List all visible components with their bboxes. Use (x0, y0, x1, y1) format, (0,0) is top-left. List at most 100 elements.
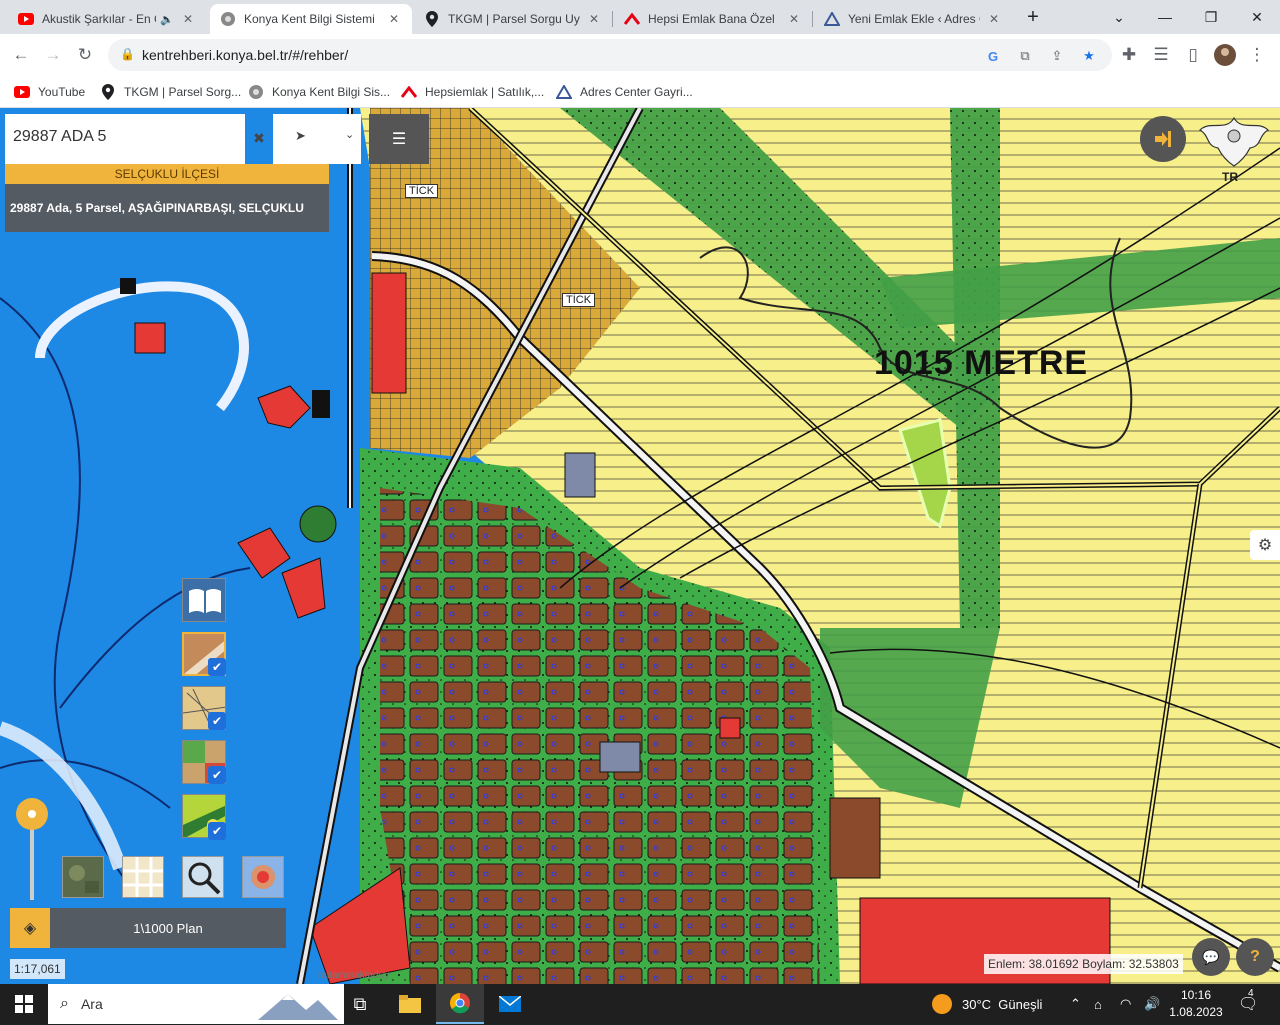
bookmark-youtube[interactable]: YouTube (14, 82, 85, 102)
mail-icon[interactable] (486, 984, 534, 1024)
bookmark-adres[interactable]: Adres Center Gayri... (556, 82, 693, 102)
layers-icon[interactable]: ◈ (10, 908, 50, 948)
menu-list-icon[interactable]: ☰ (369, 114, 429, 164)
clear-search-icon[interactable]: ✖ (249, 128, 269, 148)
tab-title: TKGM | Parsel Sorgu Uygu (448, 12, 580, 26)
checkbox-checked-icon[interactable]: ✔ (208, 822, 226, 840)
browser-toolbar: ← → ↻ 🔒 kentrehberi.konya.bel.tr/#/rehbe… (0, 34, 1280, 76)
new-tab-button[interactable]: + (1010, 0, 1056, 34)
bookmark-tkgm[interactable]: TKGM | Parsel Sorg... (100, 82, 241, 102)
chrome-icon[interactable] (436, 984, 484, 1024)
hepsiemlak-icon (624, 11, 640, 27)
mountain-illustration (258, 990, 338, 1025)
basemap-search[interactable] (182, 856, 224, 898)
wifi-icon[interactable]: ◠ (1120, 984, 1131, 1024)
notifications-icon[interactable]: 🗨 4 (1238, 984, 1258, 1024)
search-panel: ✖ ➤ ⌄ ☰ (5, 114, 429, 164)
restore-icon[interactable]: ❐ (1188, 0, 1234, 34)
close-tab-icon[interactable]: ✕ (386, 12, 402, 26)
close-tab-icon[interactable]: ✕ (786, 12, 802, 26)
bookmark-label: Konya Kent Bilgi Sis... (272, 85, 391, 99)
parcel-result-item[interactable]: 29887 Ada, 5 Parsel, AŞAĞIPINARBAŞI, SEL… (5, 184, 329, 232)
checkbox-checked-icon[interactable]: ✔ (208, 658, 226, 676)
system-clock[interactable]: 10:16 1.08.2023 (1168, 987, 1224, 1021)
notification-count: 4 (1248, 988, 1254, 999)
address-bar[interactable]: 🔒 kentrehberi.konya.bel.tr/#/rehber/ G ⧉… (108, 39, 1112, 71)
map-pin-icon (100, 84, 116, 100)
zoning-plan-map[interactable] (0, 108, 1280, 984)
zone-label: TİCK (562, 293, 596, 307)
volume-icon[interactable]: 🔊 (1144, 984, 1160, 1024)
weather-widget[interactable]: 30°C Güneşli (932, 984, 1042, 1024)
adres-icon (824, 11, 840, 27)
basemap-heatmap[interactable] (242, 856, 284, 898)
checkbox-checked-icon[interactable]: ✔ (208, 766, 226, 784)
url-text[interactable]: kentrehberi.konya.bel.tr/#/rehber/ (142, 47, 348, 63)
close-tab-icon[interactable]: ✕ (180, 12, 196, 26)
bookmarks-bar: YouTube TKGM | Parsel Sorg... Konya Kent… (0, 76, 1280, 108)
tab-title: Yeni Emlak Ekle ‹ Adres Ce (848, 12, 980, 26)
bookmark-hepsiemlak[interactable]: Hepsiemlak | Satılık,... (401, 82, 544, 102)
layer-info-book[interactable] (182, 578, 226, 622)
back-icon[interactable]: ← (8, 42, 34, 68)
login-button[interactable] (1140, 116, 1186, 162)
map-viewport[interactable]: ✖ ➤ ⌄ ☰ SELÇUKLU İLÇESİ 29887 Ada, 5 Par… (0, 108, 1280, 984)
district-header[interactable]: SELÇUKLU İLÇESİ (5, 164, 329, 184)
windows-start-icon[interactable] (0, 984, 48, 1024)
basemap-satellite[interactable] (62, 856, 104, 898)
locate-icon[interactable]: ➤ (295, 128, 306, 144)
file-explorer-icon[interactable] (386, 984, 434, 1024)
lock-icon[interactable]: 🔒 (120, 47, 135, 61)
google-icon[interactable]: G (984, 47, 1002, 65)
weather-text: 30°C Güneşli (962, 996, 1043, 1012)
tab-title: Konya Kent Bilgi Sistemi (244, 12, 375, 26)
taskbar-search-placeholder: Ara (80, 996, 103, 1012)
reload-icon[interactable]: ↻ (72, 42, 98, 68)
help-icon[interactable]: ? (1236, 938, 1274, 976)
close-tab-icon[interactable]: ✕ (986, 12, 1002, 26)
taskbar-search-box[interactable]: ⌕ Ara (48, 984, 344, 1024)
extensions-icon[interactable]: ✚ (1116, 42, 1142, 68)
clock-time: 10:16 (1180, 988, 1212, 1002)
tab-hepsiemlak[interactable]: Hepsi Emlak Bana Özel ✕ (614, 4, 812, 34)
speaker-icon[interactable]: 🔈 (160, 11, 174, 27)
side-panel-icon[interactable]: ▯ (1180, 42, 1206, 68)
tab-konya-kent[interactable]: Konya Kent Bilgi Sistemi ✕ (210, 4, 412, 34)
chevron-down-icon[interactable]: ⌄ (345, 128, 354, 141)
bookmark-star-icon[interactable]: ★ (1080, 47, 1098, 65)
plan-label[interactable]: 1\1000 Plan (50, 908, 286, 948)
network-icon[interactable]: ⌂ (1094, 984, 1102, 1024)
tab-separator (812, 11, 813, 27)
tab-search-icon[interactable]: ⌄ (1096, 0, 1142, 34)
tab-adres-center[interactable]: Yeni Emlak Ekle ‹ Adres Ce ✕ (814, 4, 1012, 34)
close-tab-icon[interactable]: ✕ (586, 12, 602, 26)
menu-icon[interactable]: ⋮ (1244, 42, 1270, 68)
bookmark-label: TKGM | Parsel Sorg... (124, 85, 242, 99)
basemap-street[interactable] (122, 856, 164, 898)
parcel-search-input[interactable] (13, 128, 213, 146)
chat-icon[interactable]: 💬 (1192, 938, 1230, 976)
coordinates-readout: Enlem: 38.01692 Boylam: 32.53803 (984, 954, 1183, 974)
profile-avatar[interactable] (1212, 42, 1238, 68)
emblem-text: TR (1222, 170, 1238, 184)
checkbox-checked-icon[interactable]: ✔ (208, 712, 226, 730)
bookmark-label: Adres Center Gayri... (580, 85, 693, 99)
distance-label: 1015 METRE (874, 344, 1089, 382)
task-view-icon[interactable]: ⧉ (336, 984, 384, 1024)
bookmark-konya[interactable]: Konya Kent Bilgi Sis... (248, 82, 390, 102)
minimize-icon[interactable]: — (1142, 0, 1188, 34)
forward-icon[interactable]: → (40, 42, 66, 68)
close-window-icon[interactable]: ✕ (1234, 0, 1280, 34)
magnifier-icon (183, 857, 223, 897)
tab-strip: Akustik Şarkılar - En Ç 🔈 ✕ Konya Kent B… (0, 0, 1280, 34)
tab-akustik[interactable]: Akustik Şarkılar - En Ç 🔈 ✕ (8, 4, 206, 34)
tray-chevron-icon[interactable]: ⌃ (1070, 984, 1081, 1024)
zoom-slider-handle[interactable] (16, 798, 48, 830)
settings-gear-icon[interactable]: ⚙ (1250, 530, 1280, 560)
share-icon[interactable]: ⇪ (1048, 47, 1066, 65)
hepsiemlak-icon (401, 84, 417, 100)
tab-tkgm[interactable]: TKGM | Parsel Sorgu Uygu ✕ (414, 4, 612, 34)
media-icon[interactable]: ☰ (1148, 42, 1174, 68)
tab-separator (612, 11, 613, 27)
translate-icon[interactable]: ⧉ (1016, 47, 1034, 65)
